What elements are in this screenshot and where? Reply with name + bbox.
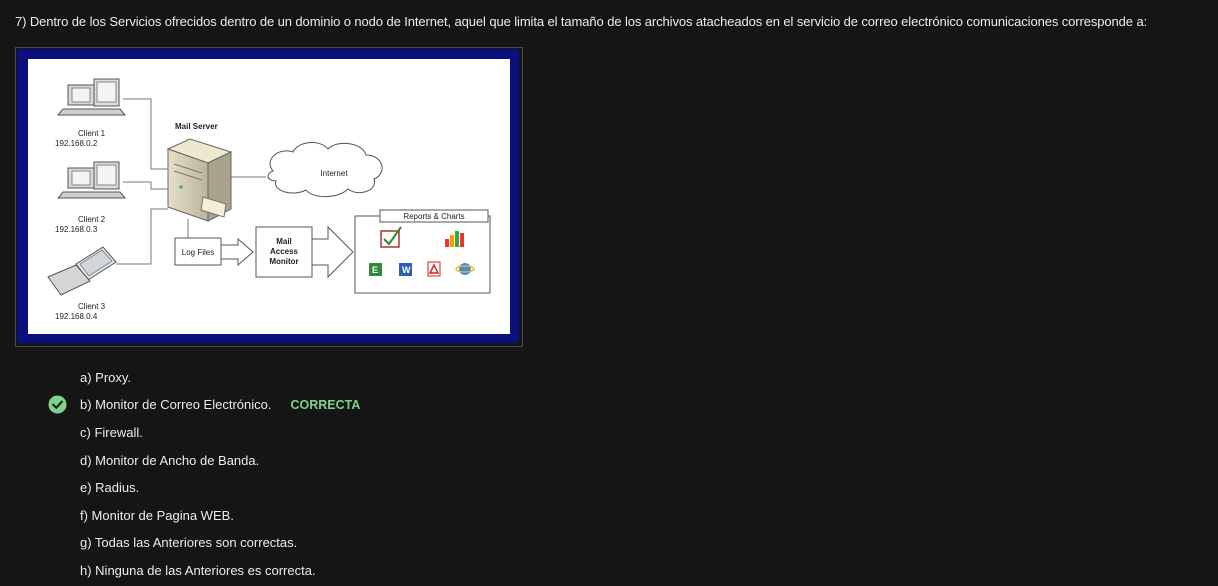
reports-label: Reports & Charts: [403, 212, 464, 221]
option-d[interactable]: d) Monitor de Ancho de Banda.: [80, 451, 259, 471]
client1-computer-icon: [56, 78, 127, 116]
reports-panel: [354, 215, 491, 294]
option-b-label: b) Monitor de Correo Electrónico.: [80, 397, 272, 412]
option-a[interactable]: a) Proxy.: [80, 368, 131, 388]
question-image: Client 1 192.168.0.2 Client 2 192.168.0.…: [15, 47, 523, 347]
arrow-to-reports-icon: [311, 225, 354, 279]
pdf-icon: [427, 261, 441, 277]
option-f[interactable]: f) Monitor de Pagina WEB.: [80, 506, 234, 526]
question-text: 7) Dentro de los Servicios ofrecidos den…: [15, 14, 1148, 29]
option-b[interactable]: b) Monitor de Correo Electrónico. CORRECT…: [80, 395, 360, 415]
monitor-line3: Monitor: [269, 257, 298, 266]
client3-laptop-icon: [47, 246, 117, 296]
log-files-label: Log Files: [182, 248, 214, 257]
monitor-line1: Mail: [276, 237, 292, 246]
client3-name: Client 3: [78, 302, 106, 311]
check-circle-icon: [48, 395, 67, 414]
client3-ip: 192.168.0.4: [55, 312, 98, 321]
client2-name: Client 2: [78, 215, 106, 224]
client1-ip: 192.168.0.2: [55, 139, 98, 148]
network-diagram: Client 1 192.168.0.2 Client 2 192.168.0.…: [28, 59, 510, 334]
mail-server-label: Mail Server: [175, 122, 218, 131]
client2-computer-icon: [56, 161, 127, 199]
monitor-line2: Access: [270, 247, 299, 256]
image-border: Client 1 192.168.0.2 Client 2 192.168.0.…: [17, 49, 519, 343]
option-h[interactable]: h) Ninguna de las Anteriores es correcta…: [80, 561, 316, 581]
word-icon: W: [399, 263, 412, 276]
svg-text:E: E: [372, 265, 378, 275]
client2-ip: 192.168.0.3: [55, 225, 98, 234]
option-c[interactable]: c) Firewall.: [80, 423, 143, 443]
internet-label: Internet: [320, 169, 348, 178]
correct-badge: CORRECTA: [290, 398, 361, 412]
mail-server-icon: [166, 138, 233, 222]
client1-name: Client 1: [78, 129, 106, 138]
arrow-to-monitor-icon: [220, 237, 254, 267]
option-e[interactable]: e) Radius.: [80, 478, 139, 498]
svg-text:W: W: [402, 265, 411, 275]
option-g[interactable]: g) Todas las Anteriores son correctas.: [80, 533, 297, 553]
excel-icon: E: [369, 263, 382, 276]
